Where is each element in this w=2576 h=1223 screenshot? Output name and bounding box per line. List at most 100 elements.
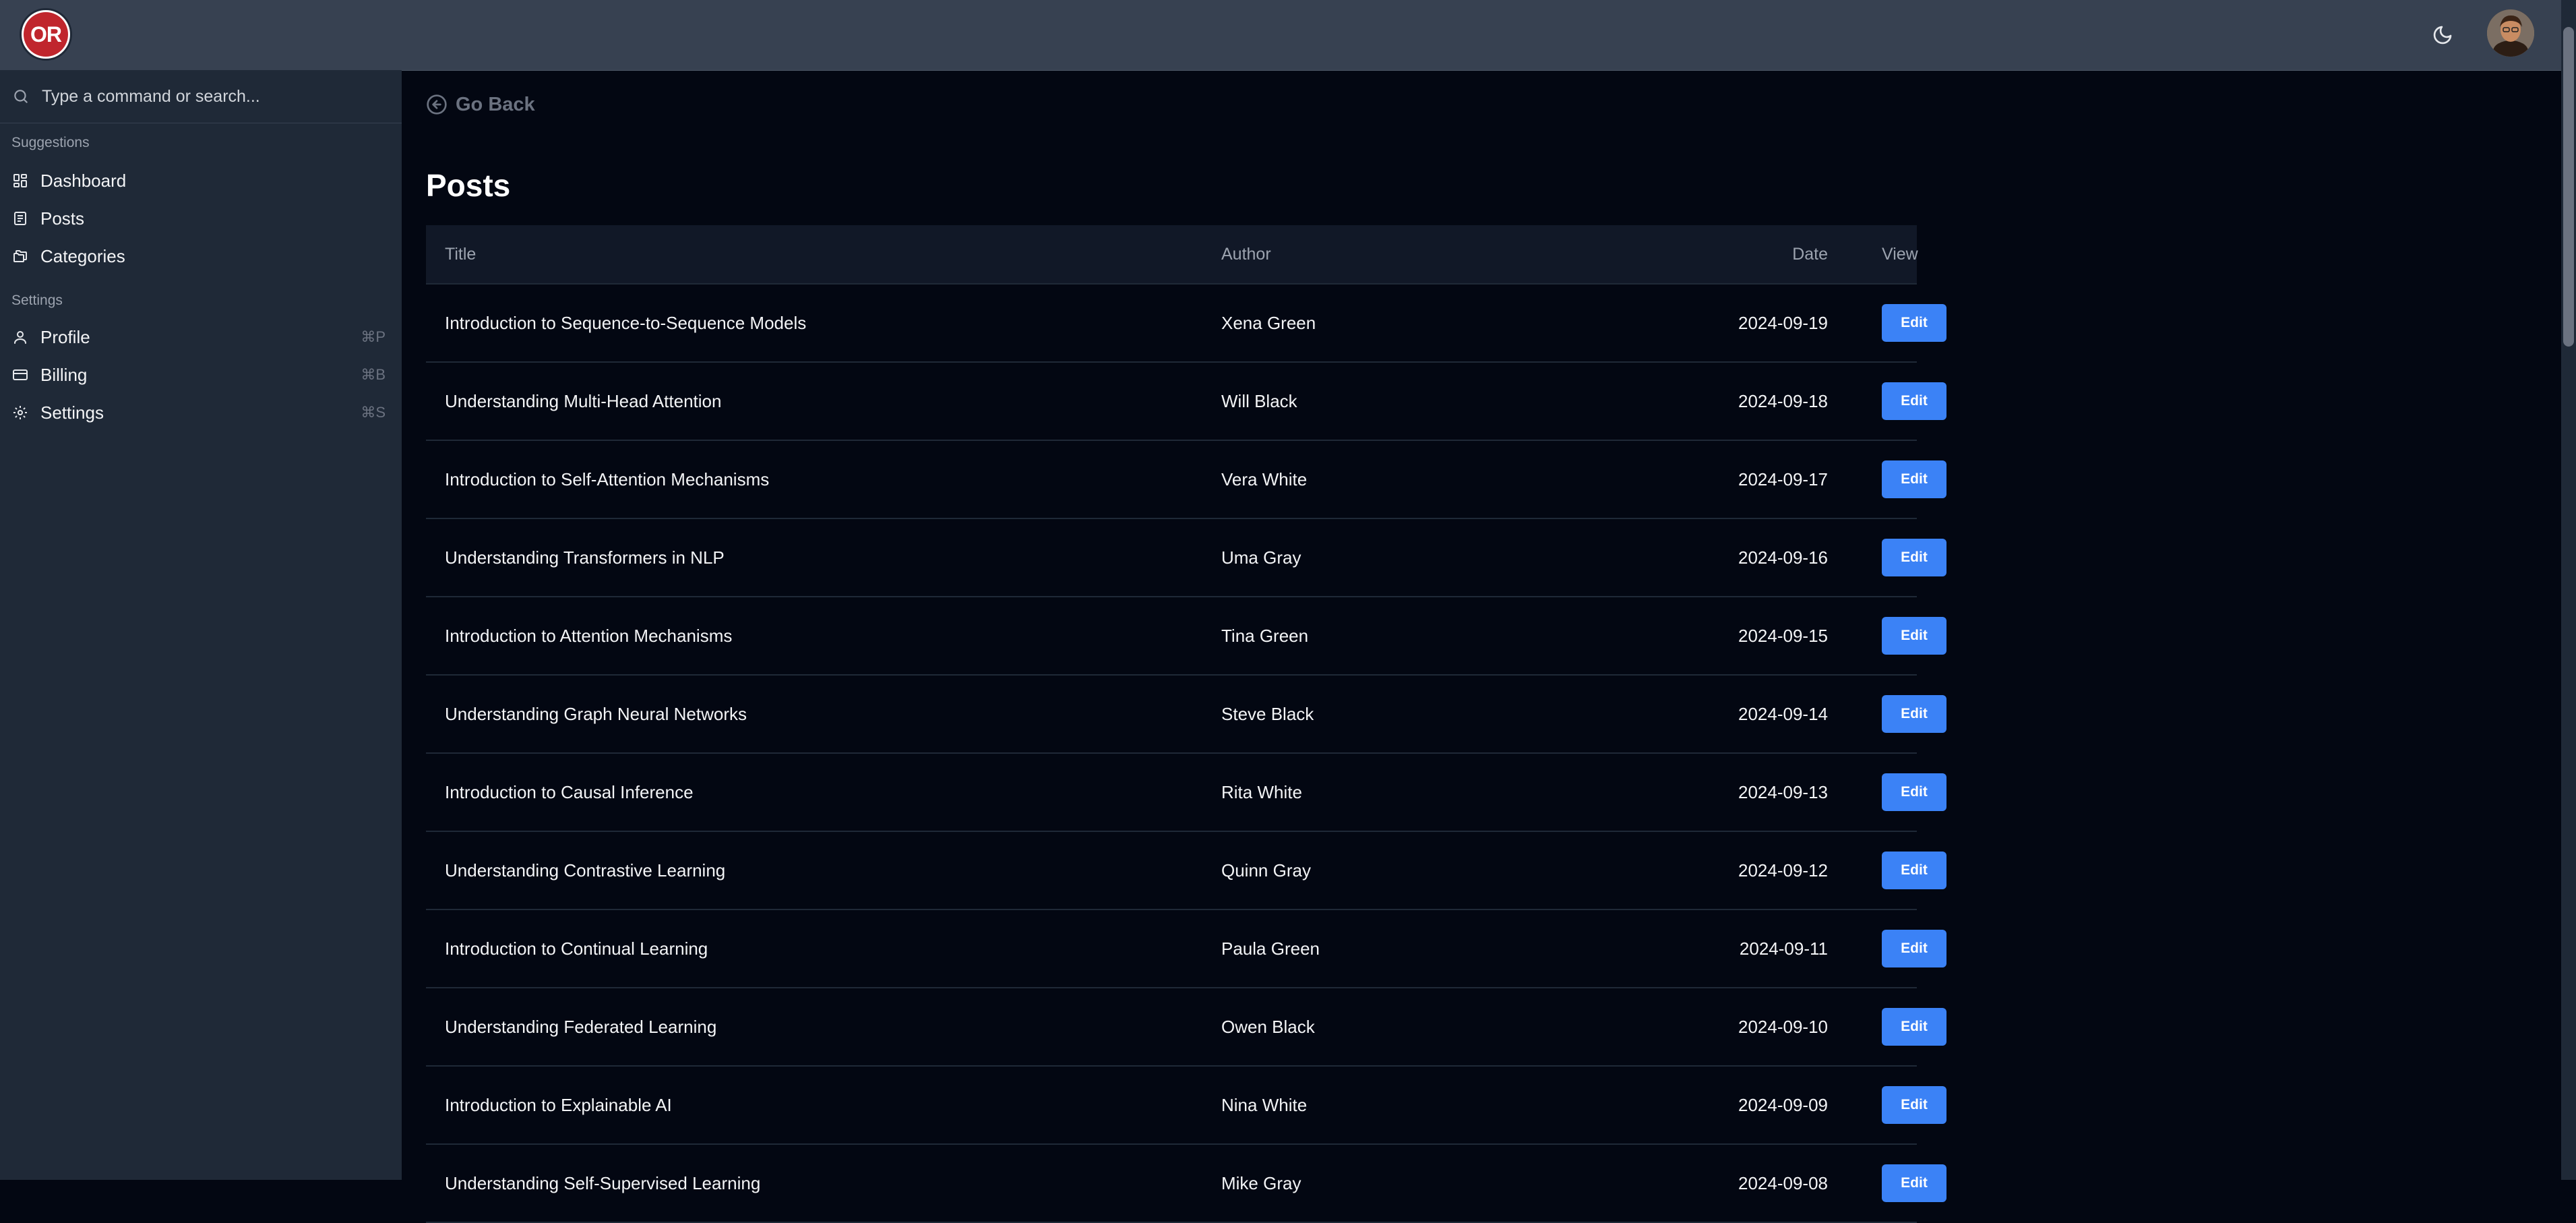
post-author: Paula Green [1221, 938, 1320, 959]
edit-button[interactable]: Edit [1882, 695, 1946, 733]
go-back-label: Go Back [456, 93, 535, 115]
sidebar-item-label: Billing [40, 364, 88, 385]
table-row: Introduction to Causal Inference Rita Whi… [426, 754, 1946, 832]
post-date: 2024-09-14 [1738, 704, 1828, 724]
sidebar-item-dashboard[interactable]: Dashboard [0, 163, 402, 198]
table-header: Title Author Date View [426, 225, 1918, 285]
group-label-settings: Settings [11, 293, 63, 308]
moon-icon [2433, 26, 2452, 44]
sidebar: Suggestions Dashboard Posts Categories S… [0, 70, 402, 1180]
post-title: Understanding Self-Supervised Learning [445, 1173, 761, 1193]
column-header-title[interactable]: Title [445, 225, 476, 283]
logo[interactable]: OR [20, 8, 72, 61]
sidebar-item-label: Dashboard [40, 170, 127, 191]
edit-button[interactable]: Edit [1882, 539, 1946, 576]
post-title: Introduction to Explainable AI [445, 1095, 672, 1115]
table-row: Introduction to Attention Mechanisms Tina… [426, 597, 1946, 676]
table-row: Understanding Self-Supervised Learning Mi… [426, 1145, 1946, 1223]
table-row: Understanding Transformers in NLP Uma Gra… [426, 519, 1946, 597]
post-date: 2024-09-10 [1738, 1017, 1828, 1037]
post-date: 2024-09-08 [1738, 1173, 1828, 1193]
post-author: Vera White [1221, 469, 1308, 489]
user-avatar[interactable] [2487, 9, 2534, 57]
table-row: Introduction to Explainable AI Nina White… [426, 1067, 1946, 1145]
post-date: 2024-09-17 [1738, 469, 1828, 489]
post-author: Quinn Gray [1221, 860, 1311, 881]
table-row: Understanding Contrastive Learning Quinn … [426, 832, 1946, 910]
edit-button[interactable]: Edit [1882, 930, 1946, 967]
sidebar-item-label: Categories [40, 245, 125, 266]
table-body: Introduction to Sequence-to-Sequence Mod… [426, 285, 1946, 1223]
avatar-image [2487, 9, 2534, 57]
post-date: 2024-09-16 [1738, 547, 1828, 568]
post-date: 2024-09-12 [1738, 860, 1828, 881]
column-header-author[interactable]: Author [1221, 225, 1271, 283]
scrollbar[interactable] [2561, 0, 2576, 1180]
edit-button[interactable]: Edit [1882, 382, 1946, 420]
sidebar-item-posts[interactable]: Posts [0, 201, 402, 236]
credit-card-icon [12, 366, 30, 384]
sidebar-item-label: Profile [40, 326, 90, 347]
post-author: Tina Green [1221, 626, 1309, 646]
post-title: Understanding Federated Learning [445, 1017, 717, 1037]
post-title: Understanding Multi-Head Attention [445, 391, 722, 411]
table-row: Introduction to Sequence-to-Sequence Mod… [426, 285, 1946, 363]
shortcut-hint: ⌘B [361, 366, 386, 383]
post-date: 2024-09-19 [1738, 313, 1828, 333]
group-label-suggestions: Suggestions [11, 135, 90, 150]
posts-icon [12, 210, 30, 227]
edit-button[interactable]: Edit [1882, 1086, 1946, 1124]
table-row: Introduction to Self-Attention Mechanism… [426, 441, 1946, 519]
post-title: Introduction to Continual Learning [445, 938, 708, 959]
edit-button[interactable]: Edit [1882, 852, 1946, 889]
shortcut-hint: ⌘S [361, 404, 386, 421]
dashboard-icon [12, 172, 30, 189]
folders-icon [12, 247, 30, 265]
sidebar-item-categories[interactable]: Categories [0, 239, 402, 274]
edit-button[interactable]: Edit [1882, 617, 1946, 655]
sidebar-item-billing[interactable]: Billing ⌘B [0, 357, 402, 392]
sidebar-item-label: Settings [40, 402, 104, 423]
post-author: Nina White [1221, 1095, 1308, 1115]
user-icon [12, 328, 30, 346]
top-bar: OR [0, 0, 2561, 71]
circle-arrow-left-icon [426, 93, 449, 116]
post-date: 2024-09-09 [1738, 1095, 1828, 1115]
edit-button[interactable]: Edit [1882, 460, 1946, 498]
post-date: 2024-09-11 [1739, 938, 1828, 959]
table-row: Understanding Multi-Head Attention Will B… [426, 363, 1946, 441]
sidebar-item-settings[interactable]: Settings ⌘S [0, 395, 402, 430]
edit-button[interactable]: Edit [1882, 1164, 1946, 1202]
post-author: Steve Black [1221, 704, 1314, 724]
post-title: Understanding Transformers in NLP [445, 547, 725, 568]
edit-button[interactable]: Edit [1882, 304, 1946, 342]
post-author: Owen Black [1221, 1017, 1315, 1037]
post-author: Uma Gray [1221, 547, 1301, 568]
scrollbar-thumb[interactable] [2563, 27, 2574, 347]
logo-text: OR [24, 12, 68, 57]
sidebar-item-label: Posts [40, 208, 85, 229]
post-author: Rita White [1221, 782, 1302, 802]
sidebar-item-profile[interactable]: Profile ⌘P [0, 320, 402, 355]
page-title: Posts [426, 168, 511, 203]
column-header-view[interactable]: View [1882, 225, 1918, 283]
command-search [0, 70, 402, 123]
post-title: Introduction to Causal Inference [445, 782, 694, 802]
table-row: Understanding Federated Learning Owen Bla… [426, 988, 1946, 1067]
search-icon [12, 87, 31, 106]
post-author: Mike Gray [1221, 1173, 1301, 1193]
edit-button[interactable]: Edit [1882, 1008, 1946, 1046]
search-input[interactable] [40, 86, 380, 107]
go-back-link[interactable]: Go Back [426, 93, 535, 116]
column-header-date-label: Date [1792, 245, 1828, 264]
shortcut-hint: ⌘P [361, 328, 386, 345]
table-row: Understanding Graph Neural Networks Steve… [426, 676, 1946, 754]
edit-button[interactable]: Edit [1882, 773, 1946, 811]
post-title: Introduction to Attention Mechanisms [445, 626, 733, 646]
table-row: Introduction to Continual Learning Paula … [426, 910, 1946, 988]
post-title: Understanding Graph Neural Networks [445, 704, 747, 724]
posts-table: Title Author Date View Introduction to S… [426, 225, 1946, 1223]
theme-toggle-button[interactable] [2426, 19, 2459, 51]
post-date: 2024-09-13 [1738, 782, 1828, 802]
post-date: 2024-09-18 [1738, 391, 1828, 411]
